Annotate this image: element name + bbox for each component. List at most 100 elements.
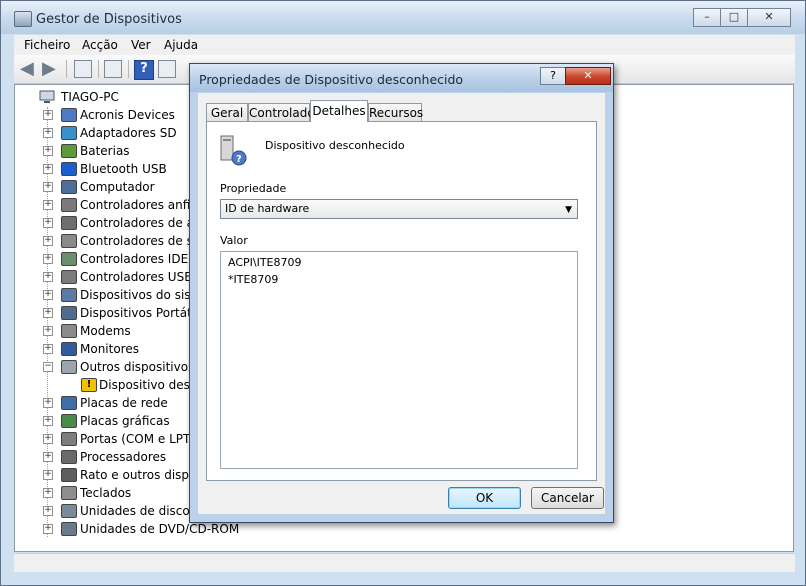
expand-icon[interactable]: + bbox=[43, 272, 53, 282]
expand-icon[interactable]: + bbox=[43, 398, 53, 408]
expand-icon[interactable]: + bbox=[43, 164, 53, 174]
value-item[interactable]: ACPI\ITE8709 bbox=[228, 256, 302, 269]
dialog-title-bar[interactable]: Propriedades de Dispositivo desconhecido… bbox=[190, 64, 613, 92]
expand-icon[interactable]: + bbox=[43, 452, 53, 462]
device-name: Dispositivo desconhecido bbox=[265, 139, 405, 152]
expand-icon[interactable]: + bbox=[43, 416, 53, 426]
property-dropdown[interactable]: ID de hardware ▼ bbox=[220, 199, 578, 219]
expand-icon[interactable]: + bbox=[43, 200, 53, 210]
help-icon[interactable]: ? bbox=[134, 60, 154, 80]
tree-item[interactable]: + Baterias bbox=[15, 142, 215, 160]
menu-ficheiro[interactable]: Ficheiro bbox=[24, 38, 70, 52]
minimize-button[interactable]: – bbox=[693, 8, 721, 27]
menu-ajuda[interactable]: Ajuda bbox=[164, 38, 198, 52]
expand-icon[interactable]: + bbox=[43, 254, 53, 264]
storage-controller-icon bbox=[61, 216, 77, 230]
disk-drive-icon bbox=[61, 504, 77, 518]
back-arrow-icon[interactable]: ◀ bbox=[20, 60, 38, 78]
tree-item[interactable]: + Acronis Devices bbox=[15, 106, 215, 124]
expand-icon[interactable]: + bbox=[43, 236, 53, 246]
tree-item[interactable]: + Placas de rede bbox=[15, 394, 215, 412]
status-bar bbox=[14, 553, 795, 572]
tab-recursos[interactable]: Recursos bbox=[368, 103, 423, 121]
menu-accao[interactable]: Acção bbox=[82, 38, 118, 52]
value-list[interactable]: ACPI\ITE8709 *ITE8709 bbox=[220, 251, 578, 469]
tree-item[interactable]: ! Dispositivo desco bbox=[15, 376, 215, 394]
collapse-icon[interactable]: − bbox=[43, 362, 53, 372]
tree-root[interactable]: TIAGO-PC bbox=[15, 88, 215, 106]
battery-icon bbox=[61, 144, 77, 158]
tree-item[interactable]: + Placas gráficas bbox=[15, 412, 215, 430]
properties-icon[interactable] bbox=[104, 60, 122, 78]
dialog-close-button[interactable]: ✕ bbox=[565, 67, 611, 85]
tree-item[interactable]: + Unidades de disco bbox=[15, 502, 215, 520]
tab-controlador[interactable]: Controlador bbox=[248, 103, 320, 121]
sound-icon bbox=[61, 234, 77, 248]
tree-item[interactable]: + Bluetooth USB bbox=[15, 160, 215, 178]
expand-icon[interactable]: + bbox=[43, 146, 53, 156]
tree-item[interactable]: + Teclados bbox=[15, 484, 215, 502]
tree-item[interactable]: + Dispositivos do sistem bbox=[15, 286, 215, 304]
tree-item[interactable]: + Controladores de arm bbox=[15, 214, 215, 232]
tab-detalhes[interactable]: Detalhes bbox=[310, 100, 368, 122]
tree-item[interactable]: + Controladores de som bbox=[15, 232, 215, 250]
tree-item[interactable]: + Dispositivos Portáteis bbox=[15, 304, 215, 322]
ok-button[interactable]: OK bbox=[448, 487, 521, 509]
property-label: Propriedade bbox=[220, 182, 287, 195]
tree-item[interactable]: + Controladores IDE AT bbox=[15, 250, 215, 268]
ports-icon bbox=[61, 432, 77, 446]
expand-icon[interactable]: + bbox=[43, 434, 53, 444]
forward-arrow-icon[interactable]: ▶ bbox=[42, 60, 60, 78]
computer-icon bbox=[61, 180, 77, 194]
tree-item-label: Modems bbox=[80, 324, 131, 338]
expand-icon[interactable]: + bbox=[43, 110, 53, 120]
tree-item-label: Baterias bbox=[80, 144, 130, 158]
value-item[interactable]: *ITE8709 bbox=[228, 273, 278, 286]
maximize-button[interactable]: □ bbox=[721, 8, 748, 27]
computer-icon bbox=[39, 90, 55, 103]
dvd-drive-icon bbox=[61, 522, 77, 536]
tree-item-label: Placas gráficas bbox=[80, 414, 170, 428]
tree-item[interactable]: + Adaptadores SD bbox=[15, 124, 215, 142]
view-icon[interactable] bbox=[158, 60, 176, 78]
chevron-down-icon: ▼ bbox=[565, 205, 572, 215]
expand-icon[interactable]: + bbox=[43, 326, 53, 336]
tree-item[interactable]: + Monitores bbox=[15, 340, 215, 358]
tree-item[interactable]: + Modems bbox=[15, 322, 215, 340]
title-bar[interactable]: Gestor de Dispositivos – □ ✕ bbox=[1, 1, 805, 34]
device-icon bbox=[61, 108, 77, 122]
svg-text:?: ? bbox=[236, 154, 242, 165]
close-button[interactable]: ✕ bbox=[748, 8, 791, 27]
tree-item[interactable]: + Controladores USB (U bbox=[15, 268, 215, 286]
expand-icon[interactable]: + bbox=[43, 470, 53, 480]
tab-geral[interactable]: Geral bbox=[206, 103, 248, 121]
tree-item[interactable]: + Rato e outros disposit bbox=[15, 466, 215, 484]
tree-item[interactable]: + Processadores bbox=[15, 448, 215, 466]
property-selected-value: ID de hardware bbox=[225, 202, 310, 215]
expand-icon[interactable]: + bbox=[43, 344, 53, 354]
tree-item[interactable]: + Controladores anfitri bbox=[15, 196, 215, 214]
dialog-help-button[interactable]: ? bbox=[540, 67, 566, 85]
menu-ver[interactable]: Ver bbox=[131, 38, 151, 52]
tree-item[interactable]: + Computador bbox=[15, 178, 215, 196]
expand-icon[interactable]: + bbox=[43, 218, 53, 228]
tree-item[interactable]: + Unidades de DVD/CD-ROM bbox=[15, 520, 239, 538]
expand-icon[interactable]: + bbox=[43, 506, 53, 516]
expand-icon[interactable]: + bbox=[43, 182, 53, 192]
show-hide-tree-icon[interactable] bbox=[74, 60, 92, 78]
tree-item[interactable]: − Outros dispositivos bbox=[15, 358, 215, 376]
dialog-body: Geral Controlador Detalhes Recursos ? Di… bbox=[198, 93, 605, 514]
system-device-icon bbox=[61, 288, 77, 302]
expand-icon[interactable]: + bbox=[43, 128, 53, 138]
processor-icon bbox=[61, 450, 77, 464]
tree-item-label: Monitores bbox=[80, 342, 139, 356]
expand-icon[interactable]: + bbox=[43, 308, 53, 318]
graphics-card-icon bbox=[61, 414, 77, 428]
tree-item[interactable]: + Portas (COM e LPT) bbox=[15, 430, 215, 448]
tree-item-label: Teclados bbox=[80, 486, 132, 500]
tree-item-label: Controladores IDE AT bbox=[80, 252, 207, 266]
cancel-button[interactable]: Cancelar bbox=[531, 487, 604, 509]
expand-icon[interactable]: + bbox=[43, 488, 53, 498]
expand-icon[interactable]: + bbox=[43, 290, 53, 300]
expand-icon[interactable]: + bbox=[43, 524, 53, 534]
